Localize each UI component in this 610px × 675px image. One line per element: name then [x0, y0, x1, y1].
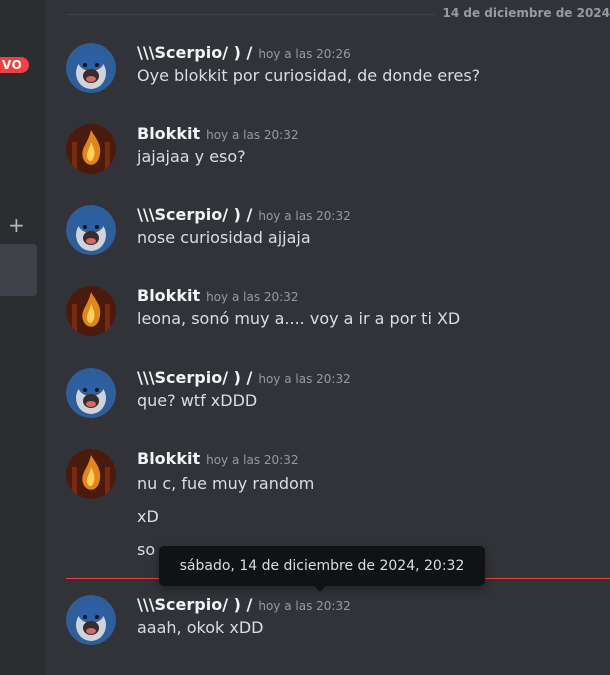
author-name[interactable]: Blokkit: [137, 449, 200, 468]
timestamp-tooltip: sábado, 14 de diciembre de 2024, 20:32: [159, 546, 485, 592]
message-timestamp[interactable]: hoy a las 20:32: [206, 290, 298, 304]
gorilla-avatar[interactable]: [66, 205, 116, 255]
author-name[interactable]: \\\Scerpio/ ) /: [137, 43, 252, 62]
gorilla-avatar[interactable]: [66, 43, 116, 93]
message-text: nose curiosidad ajjaja: [137, 228, 311, 247]
author-name[interactable]: Blokkit: [137, 124, 200, 143]
selected-channel-item[interactable]: [0, 244, 37, 296]
gorilla-avatar[interactable]: [66, 595, 116, 645]
message-timestamp[interactable]: hoy a las 20:32: [258, 209, 350, 223]
date-divider: 14 de diciembre de 2024: [66, 6, 610, 20]
message-text: que? wtf xDDD: [137, 391, 258, 410]
author-name[interactable]: Blokkit: [137, 286, 200, 305]
message-timestamp[interactable]: hoy a las 20:32: [206, 128, 298, 142]
fire-avatar[interactable]: [66, 449, 116, 499]
date-divider-label: 14 de diciembre de 2024: [434, 6, 610, 20]
message-timestamp[interactable]: hoy a las 20:32: [206, 453, 298, 467]
message-text: xD: [137, 507, 159, 526]
author-name[interactable]: \\\Scerpio/ ) /: [137, 205, 252, 224]
message-text: aaah, okok xDD: [137, 618, 264, 637]
message-timestamp[interactable]: hoy a las 20:26: [258, 47, 350, 61]
message-text: leona, sonó muy a.... voy a ir a por ti …: [137, 309, 461, 328]
fire-avatar[interactable]: [66, 286, 116, 336]
tooltip-arrow: [314, 586, 326, 592]
author-name[interactable]: \\\Scerpio/ ) /: [137, 368, 252, 387]
new-badge: VO: [0, 57, 30, 73]
gorilla-avatar[interactable]: [66, 368, 116, 418]
server-sidebar: VO +: [0, 0, 46, 675]
fire-avatar[interactable]: [66, 124, 116, 174]
message-text: jajajaa y eso?: [137, 147, 246, 166]
message-timestamp[interactable]: hoy a las 20:32: [258, 599, 350, 613]
add-server-icon[interactable]: +: [8, 215, 25, 235]
message-text: nu c, fue muy random: [137, 474, 315, 493]
message-text: Oye blokkit por curiosidad, de donde ere…: [137, 66, 481, 85]
author-name[interactable]: \\\Scerpio/ ) /: [137, 595, 252, 614]
tooltip-text: sábado, 14 de diciembre de 2024, 20:32: [179, 558, 465, 574]
message-timestamp[interactable]: hoy a las 20:32: [258, 372, 350, 386]
